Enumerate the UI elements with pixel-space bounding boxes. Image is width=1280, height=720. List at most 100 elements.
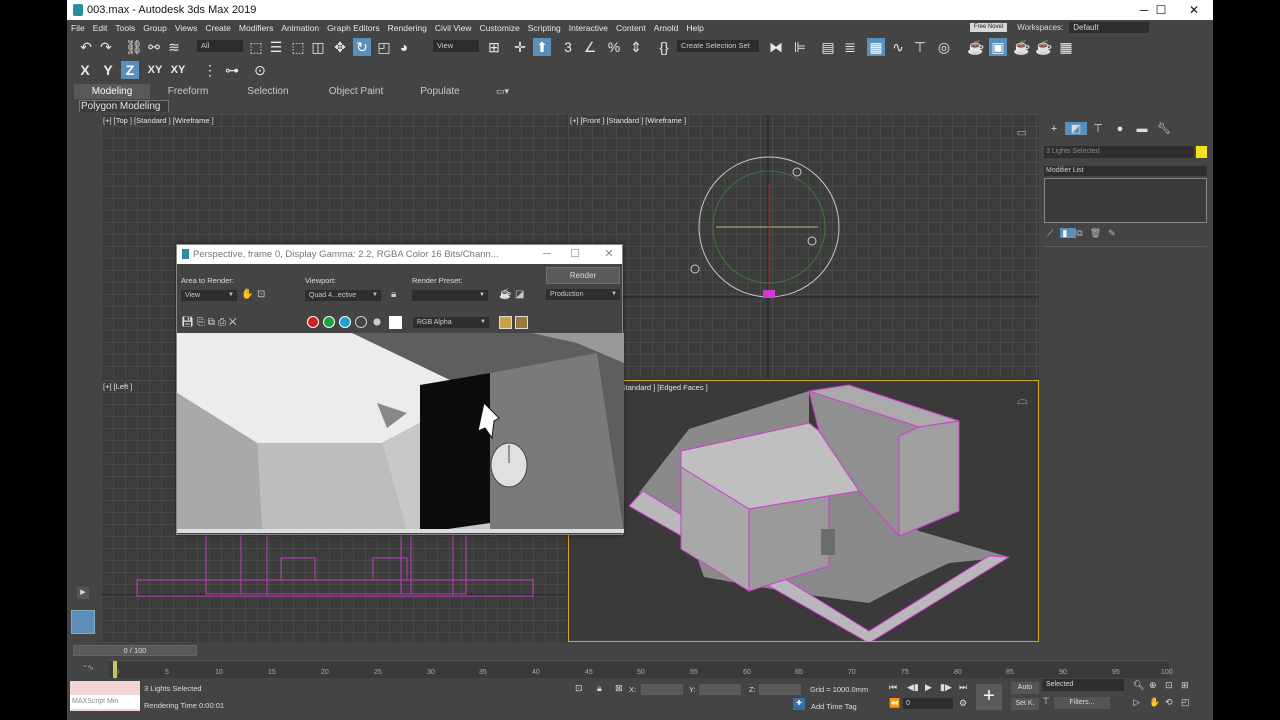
viewport-layout-icon[interactable] bbox=[71, 610, 95, 634]
snaps-toggle-icon[interactable]: 3 bbox=[559, 38, 577, 56]
align-icon[interactable]: ⊫ bbox=[791, 38, 809, 56]
workspaces-dropdown[interactable]: Default bbox=[1069, 22, 1150, 33]
rendered-frame-window-icon[interactable]: ▣ bbox=[989, 38, 1007, 56]
tab-selection[interactable]: Selection bbox=[226, 84, 310, 99]
timeline-track[interactable]: 0 5 10 15 20 25 30 35 40 45 50 55 60 65 … bbox=[109, 660, 1173, 678]
render-production-icon[interactable]: ☕ bbox=[1013, 38, 1031, 56]
object-color-swatch[interactable] bbox=[1196, 146, 1207, 158]
axis-y-button[interactable]: Y bbox=[99, 61, 117, 79]
zoom-extents-all-icon[interactable]: ⊞ bbox=[1181, 680, 1189, 691]
display-correction-icon[interactable] bbox=[499, 316, 512, 329]
menu-modifiers[interactable]: Modifiers bbox=[235, 23, 277, 33]
play-icon[interactable]: ▶ bbox=[77, 587, 89, 599]
make-unique-icon[interactable]: ⧉ bbox=[1076, 228, 1089, 238]
select-by-name-icon[interactable]: ☰ bbox=[267, 38, 285, 56]
alpha-channel-toggle[interactable] bbox=[355, 316, 367, 328]
selection-lock-icon[interactable]: ⊙ bbox=[251, 61, 269, 79]
tab-object-paint[interactable]: Object Paint bbox=[310, 84, 402, 99]
menu-interactive[interactable]: Interactive bbox=[565, 23, 612, 33]
viewport-top-label[interactable]: [+] [Top ] [Standard ] [Wireframe ] bbox=[103, 116, 214, 125]
menu-file[interactable]: File bbox=[67, 23, 89, 33]
menu-rendering[interactable]: Rendering bbox=[384, 23, 431, 33]
viewport-dropdown[interactable]: Quad 4...ective ▼ bbox=[305, 290, 381, 301]
select-manipulate-icon[interactable]: ✛ bbox=[511, 38, 529, 56]
material-editor-icon[interactable]: ◎ bbox=[935, 38, 953, 56]
user-account-dropdown[interactable]: Free Novel bbox=[969, 23, 1008, 32]
configure-modifier-sets-icon[interactable]: ✎ bbox=[1108, 228, 1123, 238]
close-button[interactable]: ✕ bbox=[1177, 0, 1211, 20]
render-maximize-button[interactable]: ☐ bbox=[563, 245, 587, 264]
mini-curve-icon[interactable]: ⁼∿ bbox=[83, 663, 94, 672]
selection-lock-toggle-icon[interactable]: 🔒︎ bbox=[597, 683, 602, 694]
auto-region-icon[interactable]: ⊡ bbox=[257, 289, 265, 300]
unlink-icon[interactable]: ⚯ bbox=[145, 38, 163, 56]
maxscript-mini-field[interactable]: MAXScript Min bbox=[70, 695, 140, 709]
utilities-tab-icon[interactable]: 🔧︎ bbox=[1153, 122, 1175, 135]
tab-populate[interactable]: Populate bbox=[402, 84, 478, 99]
schematic-view-icon[interactable]: ⊤ bbox=[911, 38, 929, 56]
y-coord-field[interactable] bbox=[699, 684, 741, 695]
named-selection-dropdown[interactable]: Create Selection Set bbox=[677, 40, 759, 52]
monochrome-toggle[interactable] bbox=[373, 318, 381, 326]
render-shortcuts-icon[interactable]: ▦ bbox=[1057, 38, 1075, 56]
isolate-selection-icon[interactable]: ⊡ bbox=[575, 683, 583, 694]
zoom-all-icon[interactable]: ⊕ bbox=[1149, 680, 1157, 691]
save-image-icon[interactable]: 💾︎ bbox=[181, 317, 197, 328]
keyboard-shortcut-override-icon[interactable]: ⬆ bbox=[533, 38, 551, 56]
axis-xy-button[interactable]: XY bbox=[144, 61, 166, 79]
time-tag-icon[interactable]: ✚ bbox=[793, 698, 805, 710]
menu-animation[interactable]: Animation bbox=[277, 23, 323, 33]
selection-filter-dropdown[interactable]: All bbox=[197, 40, 243, 52]
menu-civil-view[interactable]: Civil View bbox=[431, 23, 476, 33]
select-place-icon[interactable]: ◕ bbox=[395, 38, 413, 56]
axis-x-button[interactable]: X bbox=[76, 61, 94, 79]
menu-arnold[interactable]: Arnold bbox=[650, 23, 683, 33]
modifier-stack[interactable] bbox=[1044, 178, 1207, 223]
maxscript-listener[interactable]: MAXScript Min bbox=[70, 681, 140, 711]
maximize-viewport-icon[interactable]: ◰ bbox=[1181, 697, 1190, 708]
pan-view-icon[interactable]: ✋ bbox=[1149, 697, 1160, 708]
auto-key-button[interactable]: Auto bbox=[1011, 682, 1039, 694]
hierarchy-tab-icon[interactable]: ⊤ bbox=[1087, 122, 1109, 135]
production-dropdown[interactable]: Production ▼ bbox=[546, 289, 620, 300]
select-scale-icon[interactable]: ◰ bbox=[375, 38, 393, 56]
snaps-use-axis-constraints-icon[interactable]: ⋮ bbox=[201, 61, 219, 79]
set-key-button[interactable]: + bbox=[976, 684, 1002, 710]
link-icon[interactable]: ⛓ bbox=[125, 38, 143, 56]
select-object-icon[interactable]: ⬚ bbox=[247, 38, 265, 56]
go-to-end-icon[interactable]: ⏭ bbox=[959, 682, 967, 693]
next-frame-icon[interactable]: ▮▶ bbox=[940, 682, 952, 693]
viewport-perspective[interactable]: [Perspective ] [Standard ] [Edged Faces … bbox=[568, 380, 1039, 642]
clone-frame-icon[interactable]: ⧉ bbox=[208, 317, 218, 328]
render-close-button[interactable]: ✕ bbox=[597, 245, 621, 264]
percent-snap-icon[interactable]: % bbox=[605, 38, 623, 56]
channel-display-dropdown[interactable]: RGB Alpha ▼ bbox=[413, 317, 489, 328]
filters-button[interactable]: Filters... bbox=[1054, 697, 1110, 709]
toggle-ribbon-icon[interactable]: ▦ bbox=[867, 38, 885, 56]
menu-views[interactable]: Views bbox=[171, 23, 202, 33]
ribbon-options-icon[interactable]: ▭▾ bbox=[496, 86, 509, 97]
zoom-extents-icon[interactable]: ⊡ bbox=[1165, 680, 1173, 691]
viewport-front[interactable]: [+] [Front ] [Standard ] [Wireframe ] ▭ bbox=[568, 114, 1039, 378]
field-of-view-icon[interactable]: ▷ bbox=[1133, 697, 1140, 708]
menu-group[interactable]: Group bbox=[139, 23, 171, 33]
swatch-icon[interactable] bbox=[389, 316, 402, 329]
rectangular-selection-icon[interactable]: ⬚ bbox=[289, 38, 307, 56]
key-mode-icon[interactable]: ⏪ bbox=[889, 698, 900, 709]
select-rotate-icon[interactable]: ↻ bbox=[353, 38, 371, 56]
render-setup-icon[interactable]: ☕ bbox=[499, 289, 511, 300]
current-frame-field[interactable]: 0 bbox=[903, 698, 953, 709]
toggle-ui-icon[interactable] bbox=[515, 316, 528, 329]
maximize-button[interactable]: ☐ bbox=[1144, 0, 1178, 20]
clear-icon[interactable]: ✕ bbox=[229, 317, 240, 328]
tab-modeling[interactable]: Modeling bbox=[74, 84, 150, 99]
menu-customize[interactable]: Customize bbox=[476, 23, 524, 33]
show-end-result-icon[interactable]: ▮ bbox=[1060, 228, 1077, 238]
pin-stack-icon[interactable]: ⟋ bbox=[1047, 228, 1060, 238]
previous-frame-icon[interactable]: ◀▮ bbox=[907, 682, 919, 693]
menu-tools[interactable]: Tools bbox=[111, 23, 139, 33]
red-channel-toggle[interactable] bbox=[307, 316, 319, 328]
angle-snap-icon[interactable]: ∠ bbox=[581, 38, 599, 56]
reference-coordinate-dropdown[interactable]: View bbox=[433, 40, 479, 52]
absolute-mode-icon[interactable]: ⊠ bbox=[615, 683, 623, 694]
